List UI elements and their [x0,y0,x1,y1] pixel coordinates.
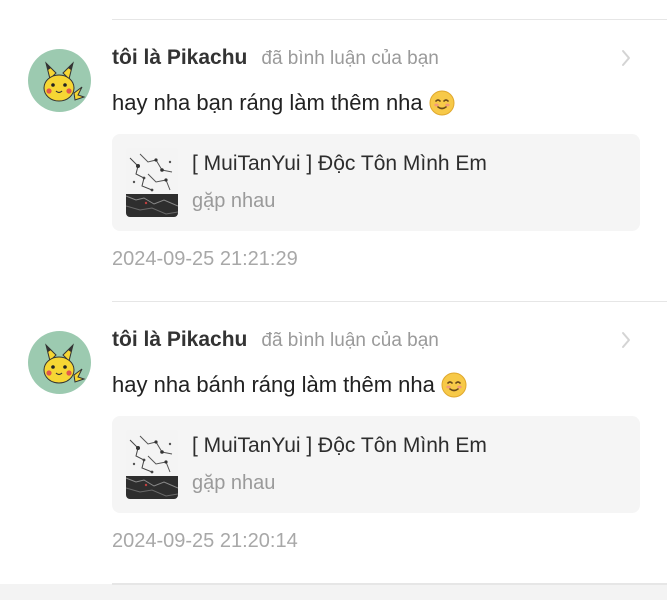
timestamp: 2024-09-25 21:20:14 [112,530,298,552]
chevron-right-icon[interactable] [616,330,636,350]
comment-row: hay nha bánh ráng làm thêm nha [112,368,467,402]
timestamp: 2024-09-25 21:21:29 [112,248,298,270]
comment-row: hay nha bạn ráng làm thêm nha [112,86,455,120]
song-cover-image [126,430,178,499]
pikachu-avatar-icon [43,343,86,384]
comment-text: hay nha bánh ráng làm thêm nha [112,372,435,397]
list-bottom-area [0,584,667,600]
divider [112,584,667,585]
song-cover-image [126,148,178,217]
smiling-face-icon [441,372,467,398]
action-text: đã bình luận của bạn [261,330,439,351]
pikachu-avatar-icon [43,61,86,102]
notification-item[interactable]: tôi là Pikachu đã bình luận của bạn hay … [0,20,667,302]
song-title: [ MuiTanYui ] Độc Tôn Mình Em [192,434,487,457]
comment-text: hay nha bạn ráng làm thêm nha [112,90,423,115]
action-text: đã bình luận của bạn [261,48,439,69]
song-subtitle: gặp nhau [192,190,276,212]
song-subtitle: gặp nhau [192,472,276,494]
song-card[interactable]: [ MuiTanYui ] Độc Tôn Mình Em gặp nhau [112,134,640,231]
notification-header: tôi là Pikachu đã bình luận của bạn [112,328,439,358]
chevron-right-icon[interactable] [616,48,636,68]
song-title: [ MuiTanYui ] Độc Tôn Mình Em [192,152,487,175]
avatar[interactable] [28,331,91,394]
username[interactable]: tôi là Pikachu [112,328,247,352]
avatar[interactable] [28,49,91,112]
username[interactable]: tôi là Pikachu [112,46,247,70]
notification-header: tôi là Pikachu đã bình luận của bạn [112,46,439,76]
song-card[interactable]: [ MuiTanYui ] Độc Tôn Mình Em gặp nhau [112,416,640,513]
smiling-face-icon [429,90,455,116]
notification-item[interactable]: tôi là Pikachu đã bình luận của bạn hay … [0,302,667,584]
